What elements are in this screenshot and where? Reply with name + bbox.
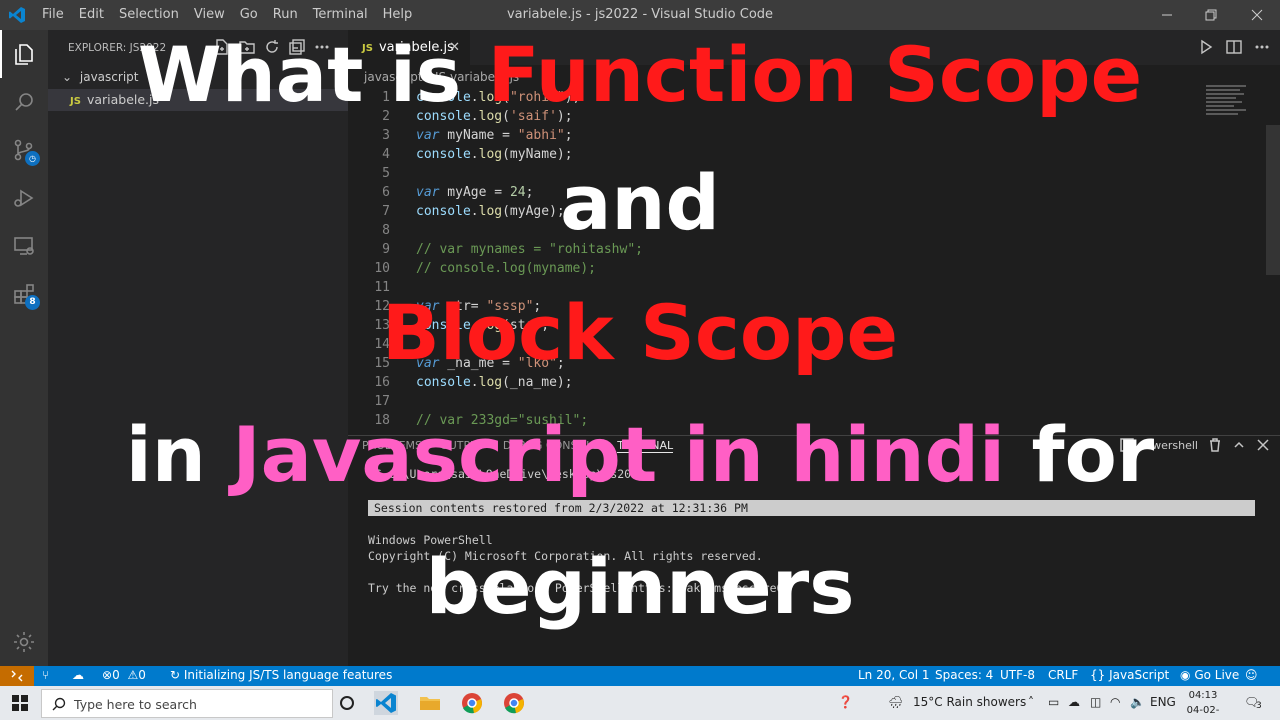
cursor-position[interactable]: Ln 20, Col 1 bbox=[858, 668, 930, 682]
go-live-label: Go Live bbox=[1194, 668, 1240, 682]
encoding[interactable]: UTF-8 bbox=[1000, 668, 1035, 682]
notification-count: 3 bbox=[1256, 701, 1262, 711]
title-bar: File Edit Selection View Go Run Terminal… bbox=[0, 0, 1280, 30]
overlay-title-line-3: Block Scope bbox=[0, 288, 1280, 377]
network-icon[interactable]: ◫ bbox=[1090, 695, 1101, 709]
language-mode[interactable]: {} JavaScript bbox=[1090, 668, 1169, 682]
overlay-title-line-5: beginners bbox=[0, 542, 1280, 631]
overlay-text: for bbox=[1005, 410, 1155, 499]
problems-status[interactable]: ⊗0 ⚠0 bbox=[102, 668, 146, 682]
overlay-title-line-4: in Javascript in hindi for bbox=[0, 410, 1280, 499]
search-placeholder: Type here to search bbox=[74, 697, 197, 712]
close-icon bbox=[1251, 9, 1263, 21]
vscode-logo-icon bbox=[376, 693, 396, 713]
code-line[interactable]: 17 bbox=[348, 392, 1198, 411]
cloud-icon: ☁ bbox=[1068, 695, 1080, 709]
gear-icon bbox=[14, 632, 34, 652]
overlay-text: in bbox=[125, 410, 233, 499]
go-live-button[interactable]: ◉ Go Live bbox=[1180, 668, 1239, 682]
language-indicator[interactable]: ENG bbox=[1150, 695, 1176, 709]
line-number: 17 bbox=[374, 394, 390, 409]
weather-icon: 🌧 bbox=[888, 695, 904, 709]
clock-date: 04-02-2022 bbox=[1186, 705, 1220, 716]
clock-time: 04:13 bbox=[1188, 690, 1218, 701]
end-of-line[interactable]: CRLF bbox=[1048, 668, 1078, 682]
window-title: variabele.js - js2022 - Visual Studio Co… bbox=[506, 7, 774, 22]
error-icon: ⊗ bbox=[102, 668, 113, 682]
code-line[interactable]: 3 var myName = "abhi"; bbox=[348, 126, 1198, 145]
search-icon bbox=[52, 697, 66, 711]
taskbar-search-input[interactable]: Type here to search bbox=[41, 689, 333, 718]
wifi-icon[interactable]: ◠ bbox=[1110, 695, 1120, 709]
file-explorer-icon[interactable] bbox=[418, 691, 442, 715]
close-window-button[interactable] bbox=[1234, 0, 1280, 30]
line-text: var myName = "abhi"; bbox=[416, 128, 573, 143]
overlay-text: beginners bbox=[425, 542, 855, 631]
taskbar-vscode-icon[interactable] bbox=[374, 691, 398, 715]
minimize-icon bbox=[1162, 14, 1172, 16]
overlay-text: and bbox=[560, 158, 720, 247]
windows-start-icon[interactable] bbox=[12, 695, 28, 711]
weather-text[interactable]: 15°C Rain showers bbox=[913, 695, 1026, 709]
error-count: 0 bbox=[112, 668, 120, 682]
status-bar: ⑂ ☁ ⊗0 ⚠0 ↻ Initializing JS/TS language … bbox=[0, 666, 1280, 686]
warning-count: 0 bbox=[138, 668, 146, 682]
line-number: 10 bbox=[374, 261, 390, 276]
clock[interactable]: 04:13 04-02-2022 bbox=[1178, 688, 1228, 720]
session-restored-banner: Session contents restored from 2/3/2022 … bbox=[368, 500, 1255, 516]
chrome-icon[interactable] bbox=[460, 691, 484, 715]
sync-icon[interactable]: ☁ bbox=[72, 668, 84, 682]
restore-icon bbox=[1205, 9, 1217, 21]
language-label: JavaScript bbox=[1109, 668, 1170, 682]
restore-button[interactable] bbox=[1188, 0, 1234, 30]
chevron-up-icon[interactable]: ˄ bbox=[1028, 695, 1034, 709]
braces-icon: {} bbox=[1090, 668, 1106, 682]
overlay-text: What is bbox=[137, 30, 488, 119]
task-status[interactable]: ↻ Initializing JS/TS language features bbox=[170, 668, 392, 682]
minimize-button[interactable] bbox=[1144, 0, 1190, 30]
remote-icon bbox=[11, 670, 23, 682]
overlay-highlight: Javascript in hindi bbox=[232, 410, 1006, 499]
volume-icon[interactable]: 🔈 bbox=[1130, 695, 1145, 709]
broadcast-icon: ◉ bbox=[1180, 668, 1191, 682]
git-branch-icon[interactable]: ⑂ bbox=[42, 668, 49, 682]
overlay-highlight: Block Scope bbox=[381, 288, 899, 377]
help-icon[interactable]: ❓ bbox=[838, 695, 853, 709]
remote-indicator[interactable] bbox=[0, 666, 34, 686]
code-line[interactable]: 10 // console.log(myname); bbox=[348, 259, 1198, 278]
warning-icon: ⚠ bbox=[127, 668, 139, 682]
battery-icon: ▭ bbox=[1048, 695, 1060, 709]
indentation[interactable]: Spaces: 4 bbox=[935, 668, 993, 682]
code-editor[interactable]: 1 console.log("rohit"); 2 console.log('saif… bbox=[348, 88, 1198, 430]
feedback-icon[interactable]: ☺ bbox=[1245, 668, 1258, 682]
taskbar: Type here to search ❓ 🌧 15°C Rain shower… bbox=[0, 686, 1280, 720]
overlay-title-line-2: and bbox=[0, 158, 1280, 247]
line-number: 3 bbox=[382, 128, 390, 143]
line-text: // console.log(myname); bbox=[416, 261, 597, 276]
overlay-highlight: Function Scope bbox=[487, 30, 1143, 119]
overlay-title-line-1: What is Function Scope bbox=[0, 30, 1280, 119]
spinner-icon: ↻ bbox=[170, 668, 181, 682]
chrome-profile-icon[interactable] bbox=[502, 691, 526, 715]
cortana-icon[interactable] bbox=[335, 691, 359, 715]
task-label: Initializing JS/TS language features bbox=[183, 668, 393, 682]
